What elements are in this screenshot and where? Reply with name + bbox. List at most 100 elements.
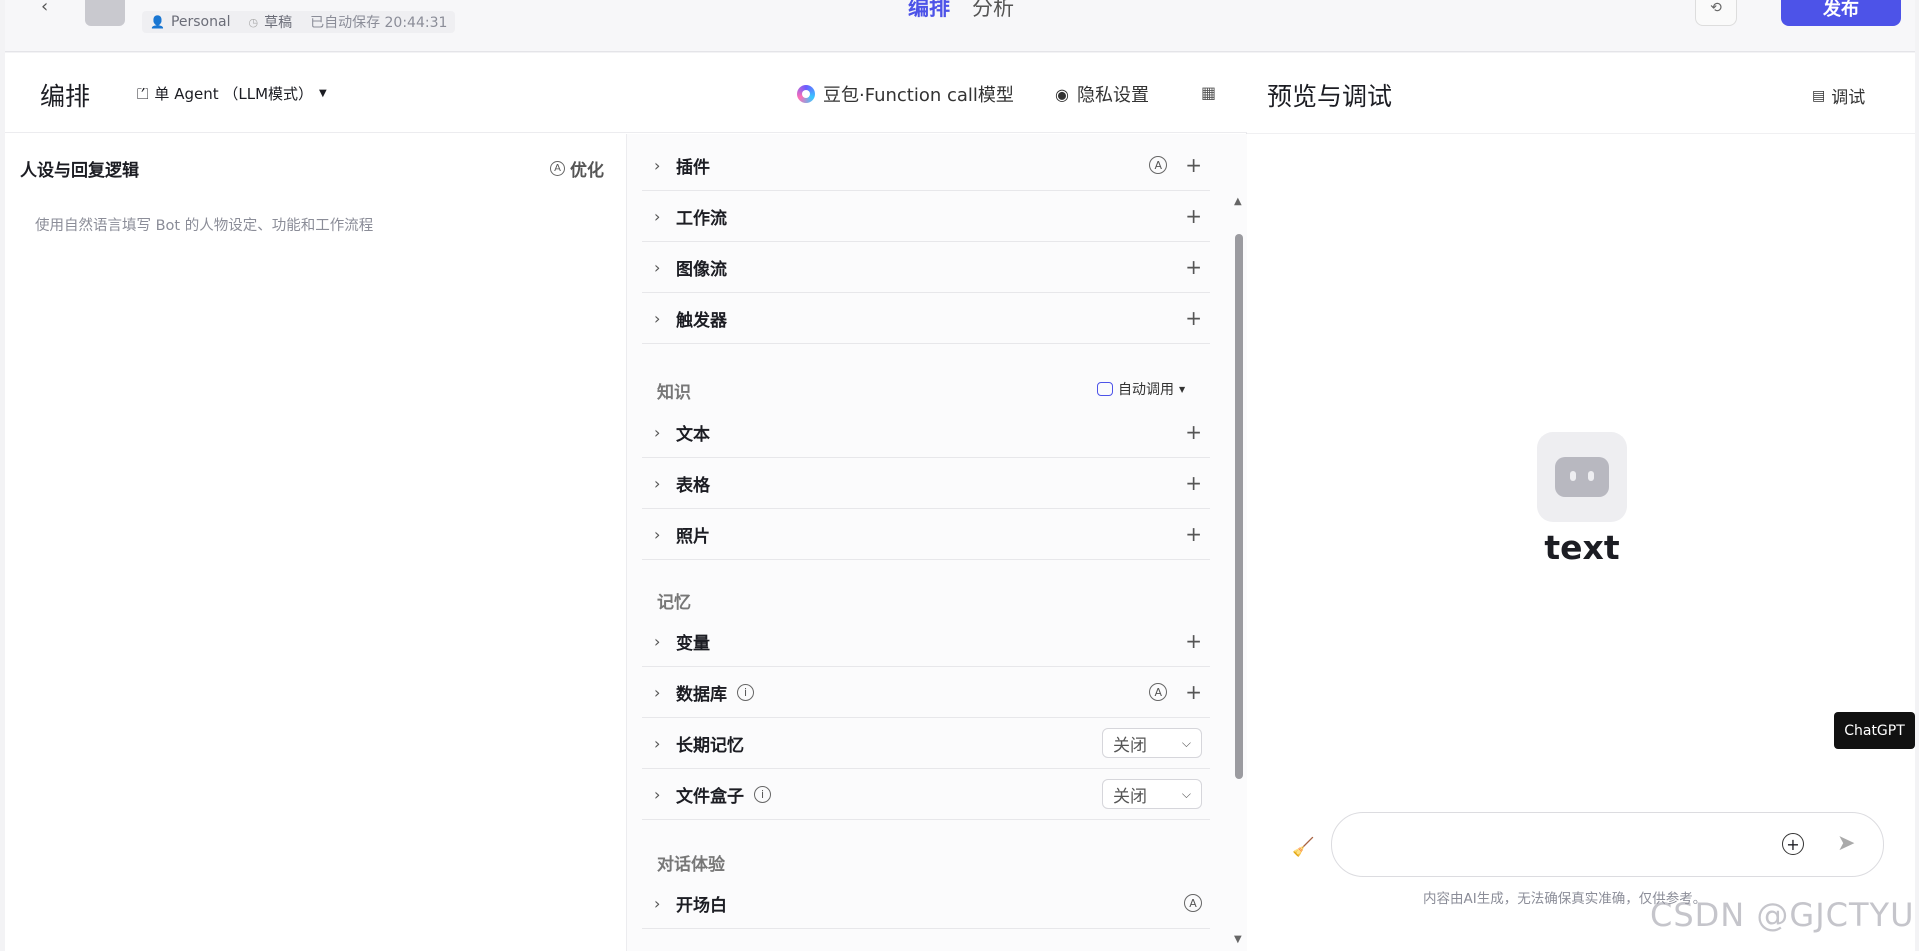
scroll-thumb[interactable] [1235,234,1243,779]
row-label: 图像流 [676,259,727,280]
row-label: 工作流 [676,208,727,229]
plugin-row[interactable]: › 插件 A + [642,140,1210,191]
privacy-settings-button[interactable]: ◉ 隐私设置 [1055,81,1149,107]
add-icon[interactable]: + [1185,255,1202,279]
chevron-right-icon[interactable]: › [642,258,676,277]
bot-name: text [1544,528,1620,567]
photo-knowledge-row[interactable]: › 照片 + [642,509,1210,560]
optimize-button[interactable]: A 优化 [550,156,604,181]
model-select[interactable]: 豆包·Function call模型 [797,81,1014,107]
long-term-memory-select[interactable]: 关闭 ⌵ [1102,728,1202,758]
agent-mode-select[interactable]: ⏍ 单 Agent （LLM模式） ▼ [137,83,327,104]
debug-button[interactable]: ▤ 调试 [1812,83,1866,109]
draft-icon: ◷ [248,15,259,29]
database-row[interactable]: › 数据库 i A + [642,667,1210,718]
persona-section: 人设与回复逻辑 A 优化 使用自然语言填写 Bot 的人物设定、功能和工作流程 [5,134,627,951]
chevron-right-icon[interactable]: › [642,785,676,804]
select-value: 关闭 [1113,786,1147,807]
chevron-right-icon[interactable]: › [642,525,676,544]
opening-row[interactable]: › 开场白 A [642,878,1210,929]
chevron-right-icon[interactable]: › [642,309,676,328]
agent-mode-label: 单 Agent （LLM模式） [154,85,314,103]
imageflow-row[interactable]: › 图像流 + [642,242,1210,293]
table-knowledge-row[interactable]: › 表格 + [642,458,1210,509]
top-bar: ‹ 👤 Personal ◷ 草稿 已自动保存 20:44:31 编排 分析 ⟲… [5,0,1915,52]
add-icon[interactable]: + [1185,204,1202,228]
tab-arrange[interactable]: 编排 [908,0,950,22]
long-term-memory-row[interactable]: › 长期记忆 关闭 ⌵ [642,718,1210,769]
debug-label: 调试 [1831,88,1866,108]
status-label: 草稿 [264,15,293,31]
top-tabs: 编排 分析 [908,0,1014,22]
history-icon: ⟲ [1710,0,1722,16]
row-label: 照片 [676,526,710,547]
info-icon[interactable]: i [754,785,771,803]
workflow-row[interactable]: › 工作流 + [642,191,1210,242]
chevron-right-icon[interactable]: › [642,632,676,651]
chevron-down-icon: ⌵ [1181,735,1191,750]
auto-icon[interactable]: A [1149,156,1168,174]
chevron-right-icon[interactable]: › [642,683,676,702]
eye-icon: ◉ [1055,84,1069,104]
divider [1247,133,1915,134]
file-box-select[interactable]: 关闭 ⌵ [1102,779,1202,809]
bot-meta: 👤 Personal ◷ 草稿 已自动保存 20:44:31 [142,11,456,33]
skills-scrollbar[interactable]: ▲ ▼ [1229,134,1247,951]
chat-input[interactable]: + ➤ [1331,812,1884,877]
add-icon[interactable]: + [1185,420,1202,444]
scroll-up-icon[interactable]: ▲ [1234,196,1242,207]
scroll-down-icon[interactable]: ▼ [1234,934,1242,945]
preview-panel: 预览与调试 ▤ 调试 text 🧹 + ➤ 内容由AI生成，无法确保真实准确，仅… [1247,53,1915,951]
select-value: 关闭 [1113,735,1147,756]
add-icon[interactable]: + [1185,522,1202,546]
add-icon[interactable]: + [1185,629,1202,653]
variable-row[interactable]: › 变量 + [642,616,1210,667]
chatgpt-floating-button[interactable]: ChatGPT [1834,712,1915,749]
file-box-row[interactable]: › 文件盒子 i 关闭 ⌵ [642,769,1210,820]
experience-title: 对话体验 [657,855,725,875]
bot-face-icon [1555,457,1609,497]
back-arrow-icon[interactable]: ‹ [41,0,48,17]
clear-history-icon[interactable]: 🧹 [1292,837,1314,858]
row-label: 文件盒子 [676,786,744,807]
persona-input[interactable]: 使用自然语言填写 Bot 的人物设定、功能和工作流程 [35,214,373,235]
auto-icon[interactable]: A [1184,894,1202,912]
publish-button[interactable]: 发布 [1781,0,1901,26]
persona-title: 人设与回复逻辑 [20,161,139,181]
tab-analysis[interactable]: 分析 [972,0,1014,22]
memory-title: 记忆 [657,593,691,613]
model-label: 豆包·Function call模型 [823,85,1014,106]
send-icon[interactable]: ➤ [1837,831,1855,856]
chevron-right-icon[interactable]: › [642,894,676,913]
row-label: 数据库 [676,684,727,705]
bot-avatar-thumbnail[interactable] [85,0,125,26]
chevron-right-icon[interactable]: › [642,156,676,175]
text-knowledge-row[interactable]: › 文本 + [642,407,1210,458]
row-label: 表格 [676,475,710,496]
chevron-right-icon[interactable]: › [642,423,676,442]
caret-down-icon: ▼ [1179,384,1186,394]
info-icon[interactable]: i [737,683,754,701]
row-label: 变量 [676,633,710,654]
chevron-right-icon[interactable]: › [642,474,676,493]
row-label: 文本 [676,424,710,445]
add-attachment-icon[interactable]: + [1782,833,1804,855]
add-icon[interactable]: + [1185,471,1202,495]
autosave-label: 已自动保存 20:44:31 [310,15,448,31]
auto-icon[interactable]: A [1149,683,1168,701]
knowledge-title: 知识 [657,383,691,403]
chevron-right-icon[interactable]: › [642,734,676,753]
add-icon[interactable]: + [1185,153,1202,177]
add-icon[interactable]: + [1185,680,1202,704]
chevron-right-icon[interactable]: › [642,207,676,226]
bot-icon [1097,382,1113,396]
layout-grid-icon[interactable]: ▦ [1201,83,1216,102]
skills-section: › 插件 A + › 工作流 + › 图像流 + › 触发器 + 知识 自动调用 … [627,134,1247,951]
history-button[interactable]: ⟲ [1695,0,1737,26]
person-icon: 👤 [150,15,165,29]
add-icon[interactable]: + [1185,306,1202,330]
knowledge-mode-select[interactable]: 自动调用 ▼ [1097,379,1185,399]
agent-icon: ⏍ [137,84,149,103]
row-label: 长期记忆 [676,735,744,756]
trigger-row[interactable]: › 触发器 + [642,293,1210,344]
